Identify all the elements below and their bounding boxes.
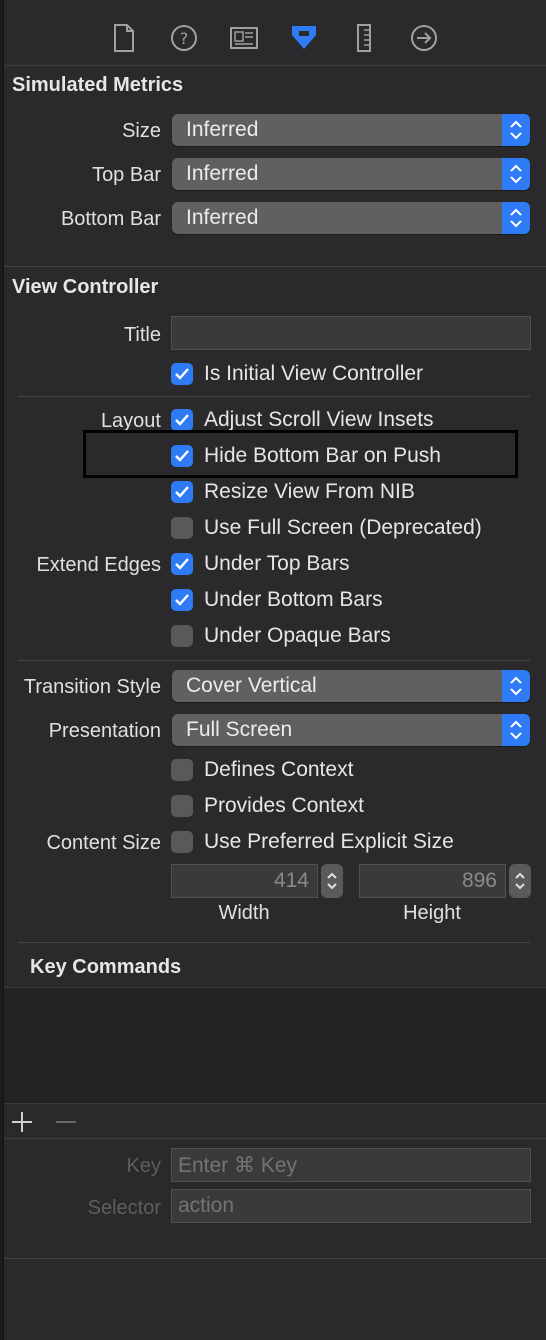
bottom-bar-label: Bottom Bar xyxy=(60,208,161,230)
provides-context-checkbox[interactable]: Provides Context xyxy=(171,793,364,819)
key-commands-header: Key Commands xyxy=(30,956,182,978)
checkmark-icon xyxy=(171,481,193,503)
section-divider xyxy=(18,396,530,397)
top-bar-popup[interactable]: Inferred xyxy=(172,158,530,190)
height-stepper[interactable] xyxy=(509,864,531,898)
selector-label: Selector xyxy=(87,1197,161,1219)
use-full-screen-checkbox[interactable]: Use Full Screen (Deprecated) xyxy=(171,515,482,541)
adjust-scroll-insets-label: Adjust Scroll View Insets xyxy=(204,408,434,431)
key-commands-list[interactable] xyxy=(4,987,546,1104)
transition-style-value: Cover Vertical xyxy=(186,674,317,697)
selector-placeholder: action xyxy=(178,1194,235,1217)
identity-inspector-icon[interactable] xyxy=(229,22,259,54)
section-divider xyxy=(4,1258,546,1259)
under-top-bars-label: Under Top Bars xyxy=(204,552,350,575)
transition-style-label: Transition Style xyxy=(23,676,161,698)
key-placeholder: Enter ⌘ Key xyxy=(178,1154,298,1177)
resize-from-nib-checkbox[interactable]: Resize View From NIB xyxy=(171,479,415,505)
up-down-arrows-icon xyxy=(502,202,530,234)
top-bar-popup-value: Inferred xyxy=(186,162,259,185)
file-inspector-icon[interactable] xyxy=(109,22,139,54)
size-popup-value: Inferred xyxy=(186,118,259,141)
under-opaque-bars-label: Under Opaque Bars xyxy=(204,624,391,647)
size-label: Size xyxy=(122,120,161,142)
defines-context-checkbox[interactable]: Defines Context xyxy=(171,757,353,783)
preferred-size-checkbox[interactable]: Use Preferred Explicit Size xyxy=(171,829,454,855)
checkmark-icon xyxy=(171,553,193,575)
checkbox-empty-icon xyxy=(171,831,193,853)
resize-from-nib-label: Resize View From NIB xyxy=(204,480,415,503)
remove-icon[interactable] xyxy=(54,1110,78,1139)
up-down-arrows-icon xyxy=(502,114,530,146)
key-field[interactable]: Enter ⌘ Key xyxy=(171,1148,531,1182)
height-caption: Height xyxy=(403,902,461,924)
connections-inspector-icon[interactable] xyxy=(409,22,439,54)
attributes-inspector-icon[interactable] xyxy=(289,22,319,54)
width-field[interactable]: 414 xyxy=(171,864,318,898)
width-stepper[interactable] xyxy=(321,864,343,898)
left-edge xyxy=(0,0,4,1340)
under-top-bars-checkbox[interactable]: Under Top Bars xyxy=(171,551,350,577)
width-caption: Width xyxy=(218,902,270,924)
use-full-screen-label: Use Full Screen (Deprecated) xyxy=(204,516,482,539)
size-inspector-icon[interactable] xyxy=(349,22,379,54)
selector-field[interactable]: action xyxy=(171,1189,531,1223)
up-down-arrows-icon xyxy=(502,670,530,702)
key-commands-controls xyxy=(4,1105,546,1139)
view-controller-header: View Controller xyxy=(12,276,159,298)
checkmark-icon xyxy=(171,363,193,385)
under-bottom-bars-label: Under Bottom Bars xyxy=(204,588,383,611)
checkbox-empty-icon xyxy=(171,759,193,781)
svg-text:?: ? xyxy=(180,29,189,48)
provides-context-label: Provides Context xyxy=(204,794,364,817)
preferred-size-label: Use Preferred Explicit Size xyxy=(204,830,454,853)
title-field[interactable] xyxy=(171,316,531,350)
section-divider xyxy=(4,266,546,267)
top-bar-label: Top Bar xyxy=(92,164,161,186)
checkmark-icon xyxy=(171,409,193,431)
section-divider xyxy=(18,660,530,661)
section-divider xyxy=(18,942,530,943)
height-value: 896 xyxy=(461,869,497,892)
simulated-metrics-header: Simulated Metrics xyxy=(12,74,184,96)
content-size-label: Content Size xyxy=(46,832,161,854)
bottom-bar-popup[interactable]: Inferred xyxy=(172,202,530,234)
up-down-arrows-icon xyxy=(502,158,530,190)
is-initial-label: Is Initial View Controller xyxy=(204,362,424,385)
add-icon[interactable] xyxy=(10,1110,34,1139)
height-field[interactable]: 896 xyxy=(359,864,506,898)
inspector-toolbar: ? xyxy=(4,0,546,66)
presentation-label: Presentation xyxy=(48,720,161,742)
bottom-bar-popup-value: Inferred xyxy=(186,206,259,229)
highlight-box xyxy=(83,430,518,478)
checkbox-empty-icon xyxy=(171,795,193,817)
presentation-popup[interactable]: Full Screen xyxy=(172,714,530,746)
presentation-value: Full Screen xyxy=(186,718,293,741)
transition-style-popup[interactable]: Cover Vertical xyxy=(172,670,530,702)
extend-edges-label: Extend Edges xyxy=(36,554,161,576)
is-initial-checkbox[interactable]: Is Initial View Controller xyxy=(171,361,423,387)
under-opaque-bars-checkbox[interactable]: Under Opaque Bars xyxy=(171,623,391,649)
size-popup[interactable]: Inferred xyxy=(172,114,530,146)
checkmark-icon xyxy=(171,589,193,611)
width-value: 414 xyxy=(273,869,309,892)
up-down-arrows-icon xyxy=(502,714,530,746)
help-inspector-icon[interactable]: ? xyxy=(169,22,199,54)
checkbox-empty-icon xyxy=(171,625,193,647)
title-label: Title xyxy=(123,324,161,346)
defines-context-label: Defines Context xyxy=(204,758,354,781)
checkbox-empty-icon xyxy=(171,517,193,539)
key-label: Key xyxy=(126,1155,161,1177)
under-bottom-bars-checkbox[interactable]: Under Bottom Bars xyxy=(171,587,383,613)
